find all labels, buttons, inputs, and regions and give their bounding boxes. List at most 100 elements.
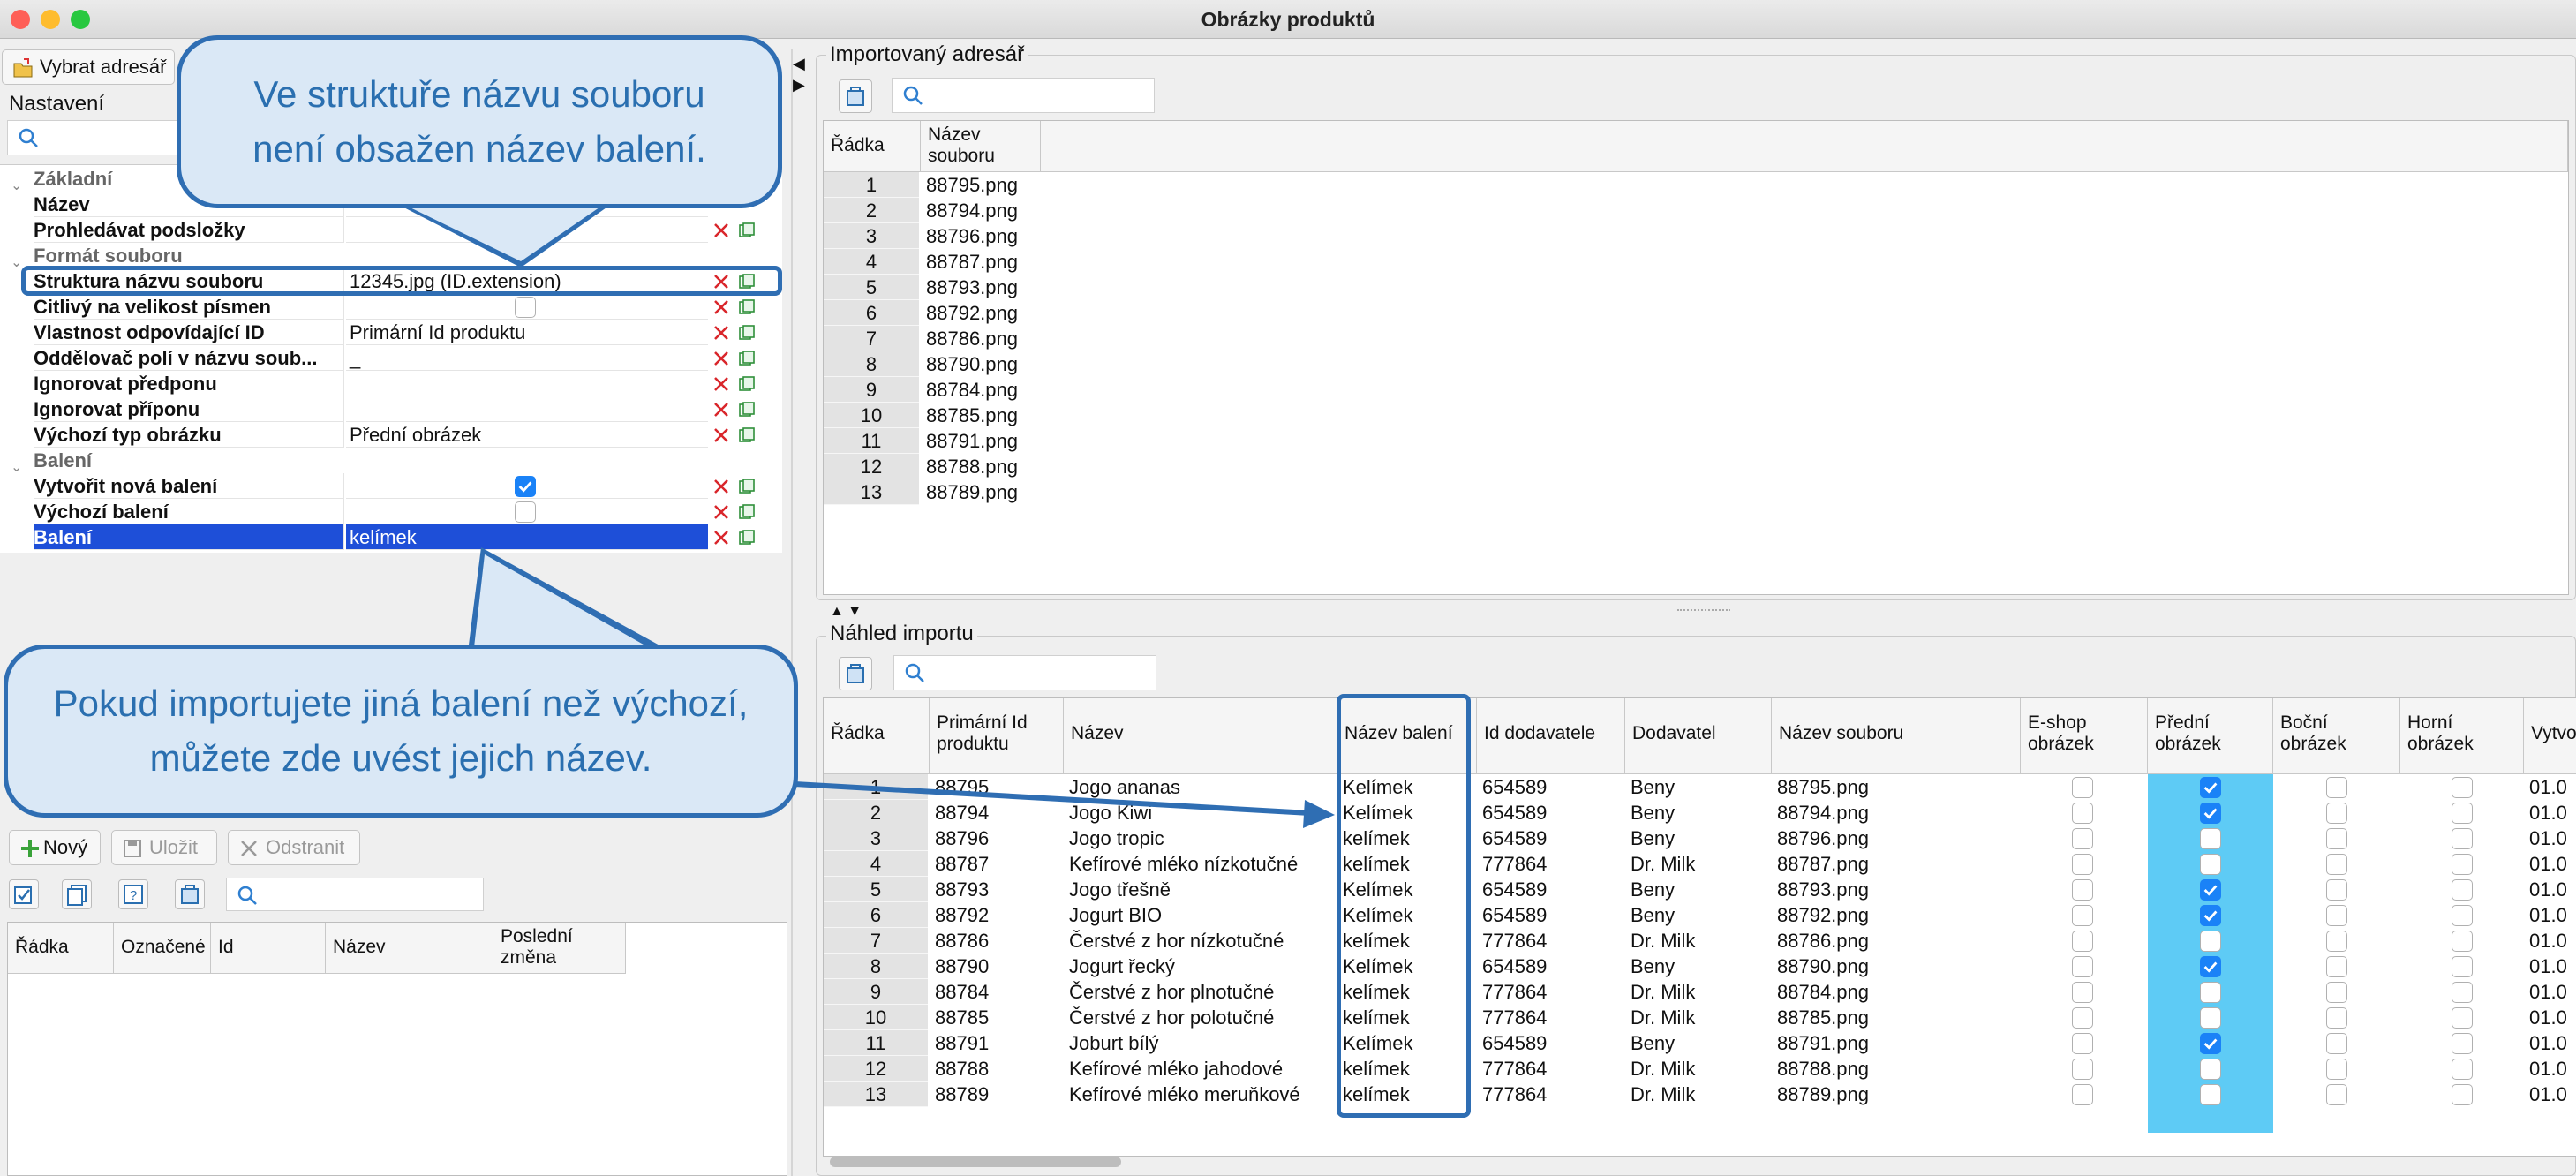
preview-cell-file[interactable]: 88786.png: [1777, 928, 2019, 954]
preview-cell-sup[interactable]: Beny: [1631, 902, 1770, 928]
preview-cell-name[interactable]: Joburt bílý: [1069, 1030, 1336, 1056]
front-image-checkbox[interactable]: [2200, 905, 2221, 926]
preview-cell-id[interactable]: 88796: [935, 825, 1062, 851]
reset-value-icon[interactable]: [712, 375, 730, 393]
preview-cell-id[interactable]: 88785: [935, 1005, 1062, 1030]
preview-search-input[interactable]: [893, 655, 1156, 690]
side-image-checkbox[interactable]: [2326, 982, 2347, 1003]
eshop-image-checkbox[interactable]: [2072, 777, 2093, 798]
eshop-image-checkbox[interactable]: [2072, 982, 2093, 1003]
split-grip[interactable]: [1677, 609, 1730, 613]
preview-cell-sid[interactable]: 777864: [1482, 851, 1623, 877]
eshop-image-checkbox[interactable]: [2072, 905, 2093, 926]
eshop-image-checkbox[interactable]: [2072, 1033, 2093, 1054]
reset-value-icon[interactable]: [712, 298, 730, 316]
preview-cell-name[interactable]: Jogo tropic: [1069, 825, 1336, 851]
front-image-checkbox[interactable]: [2200, 854, 2221, 875]
preview-cell-file[interactable]: 88785.png: [1777, 1005, 2019, 1030]
edit-value-icon[interactable]: [738, 478, 756, 495]
property-value[interactable]: Primární Id produktu: [346, 320, 708, 345]
front-image-checkbox[interactable]: [2200, 1033, 2221, 1054]
file-name-cell[interactable]: 88790.png: [926, 351, 1041, 377]
file-name-cell[interactable]: 88786.png: [926, 326, 1041, 351]
side-image-checkbox[interactable]: [2326, 931, 2347, 952]
side-image-checkbox[interactable]: [2326, 854, 2347, 875]
file-name-cell[interactable]: 88785.png: [926, 403, 1041, 428]
preview-cell-name[interactable]: Jogo Kiwi: [1069, 800, 1336, 825]
preview-cell-name[interactable]: Jogo třešně: [1069, 877, 1336, 902]
file-name-cell[interactable]: 88791.png: [926, 428, 1041, 454]
preview-cell-date[interactable]: 01.0: [2529, 1056, 2576, 1082]
preview-cell-id[interactable]: 88784: [935, 979, 1062, 1005]
side-image-checkbox[interactable]: [2326, 803, 2347, 824]
side-image-checkbox[interactable]: [2326, 828, 2347, 849]
preview-cell-sup[interactable]: Dr. Milk: [1631, 979, 1770, 1005]
top-image-checkbox[interactable]: [2452, 1007, 2473, 1029]
preview-cell-date[interactable]: 01.0: [2529, 954, 2576, 979]
edit-value-icon[interactable]: [738, 298, 756, 316]
reset-value-icon[interactable]: [712, 503, 730, 521]
preview-cell-date[interactable]: 01.0: [2529, 825, 2576, 851]
top-image-checkbox[interactable]: [2452, 1084, 2473, 1105]
eshop-image-checkbox[interactable]: [2072, 956, 2093, 977]
settings-search-input[interactable]: [7, 120, 184, 155]
preview-cell-id[interactable]: 88787: [935, 851, 1062, 877]
preview-clear-button[interactable]: [839, 657, 872, 690]
eshop-image-checkbox[interactable]: [2072, 1007, 2093, 1029]
preview-cell-name[interactable]: Čerstvé z hor plnotučné: [1069, 979, 1336, 1005]
file-name-cell[interactable]: 88794.png: [926, 198, 1041, 223]
top-image-checkbox[interactable]: [2452, 1033, 2473, 1054]
edit-value-icon[interactable]: [738, 222, 756, 239]
top-image-checkbox[interactable]: [2452, 1059, 2473, 1080]
front-image-checkbox[interactable]: [2200, 828, 2221, 849]
preview-cell-sup[interactable]: Dr. Milk: [1631, 1005, 1770, 1030]
preview-cell-sid[interactable]: 654589: [1482, 800, 1623, 825]
top-image-checkbox[interactable]: [2452, 982, 2473, 1003]
front-image-checkbox[interactable]: [2200, 803, 2221, 824]
file-name-cell[interactable]: 88795.png: [926, 172, 1041, 198]
preview-cell-file[interactable]: 88795.png: [1777, 774, 2019, 800]
preview-cell-id[interactable]: 88789: [935, 1082, 1062, 1107]
file-name-cell[interactable]: 88793.png: [926, 275, 1041, 300]
front-image-checkbox[interactable]: [2200, 931, 2221, 952]
side-image-checkbox[interactable]: [2326, 905, 2347, 926]
copy-button[interactable]: [62, 879, 92, 909]
side-image-checkbox[interactable]: [2326, 1033, 2347, 1054]
top-image-checkbox[interactable]: [2452, 956, 2473, 977]
reset-value-icon[interactable]: [712, 478, 730, 495]
remove-button[interactable]: Odstranit: [228, 830, 360, 865]
preview-cell-name[interactable]: Čerstvé z hor nízkotučné: [1069, 928, 1336, 954]
reset-value-icon[interactable]: [712, 426, 730, 444]
preview-cell-date[interactable]: 01.0: [2529, 851, 2576, 877]
preview-cell-sid[interactable]: 654589: [1482, 954, 1623, 979]
save-button[interactable]: Uložit: [111, 830, 217, 865]
side-image-checkbox[interactable]: [2326, 879, 2347, 901]
preview-cell-sid[interactable]: 654589: [1482, 1030, 1623, 1056]
top-image-checkbox[interactable]: [2452, 803, 2473, 824]
preview-cell-sup[interactable]: Beny: [1631, 877, 1770, 902]
preview-cell-name[interactable]: Jogurt řecký: [1069, 954, 1336, 979]
preview-cell-id[interactable]: 88788: [935, 1056, 1062, 1082]
eshop-image-checkbox[interactable]: [2072, 828, 2093, 849]
front-image-checkbox[interactable]: [2200, 956, 2221, 977]
property-value[interactable]: _: [346, 345, 708, 371]
list-search-input[interactable]: [226, 878, 484, 911]
preview-cell-name[interactable]: Jogurt BIO: [1069, 902, 1336, 928]
preview-cell-id[interactable]: 88786: [935, 928, 1062, 954]
imported-clear-button[interactable]: [839, 79, 872, 113]
property-checkbox[interactable]: [515, 297, 536, 318]
top-image-checkbox[interactable]: [2452, 879, 2473, 901]
property-value[interactable]: [346, 371, 708, 396]
preview-cell-sup[interactable]: Beny: [1631, 825, 1770, 851]
horizontal-scrollbar[interactable]: [830, 1157, 1121, 1167]
check-all-button[interactable]: [9, 879, 39, 909]
eshop-image-checkbox[interactable]: [2072, 879, 2093, 901]
reset-value-icon[interactable]: [712, 529, 730, 547]
preview-cell-file[interactable]: 88784.png: [1777, 979, 2019, 1005]
file-name-cell[interactable]: 88789.png: [926, 479, 1041, 505]
top-image-checkbox[interactable]: [2452, 777, 2473, 798]
edit-value-icon[interactable]: [738, 529, 756, 547]
front-image-checkbox[interactable]: [2200, 777, 2221, 798]
preview-cell-id[interactable]: 88792: [935, 902, 1062, 928]
eshop-image-checkbox[interactable]: [2072, 931, 2093, 952]
